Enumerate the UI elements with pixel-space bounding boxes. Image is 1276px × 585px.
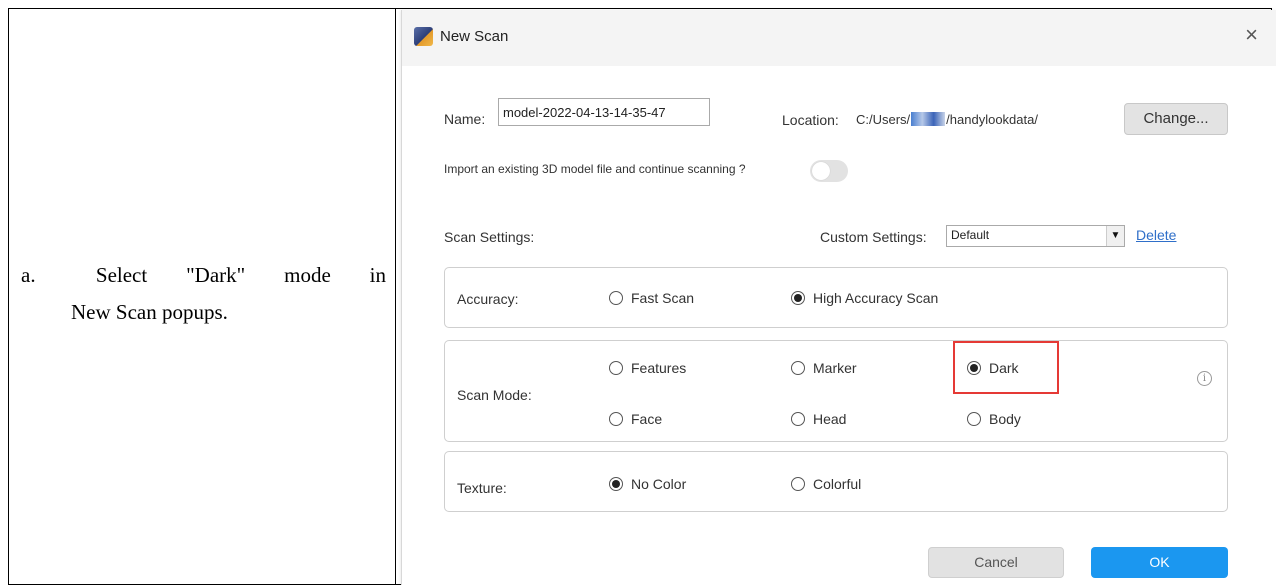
radio-icon [791, 477, 805, 491]
accuracy-label: Accuracy: [457, 291, 519, 307]
radio-face[interactable]: Face [609, 411, 662, 427]
radio-no-color[interactable]: No Color [609, 476, 686, 492]
radio-icon [791, 412, 805, 426]
texture-section: Texture: No Color Colorful [444, 451, 1228, 512]
instruction-word: in [369, 263, 386, 287]
radio-head[interactable]: Head [791, 411, 846, 427]
radio-icon [967, 412, 981, 426]
radio-label: Body [989, 411, 1021, 427]
dark-highlight-box [953, 341, 1059, 394]
custom-settings-select[interactable]: Default ▼ [946, 225, 1125, 247]
import-toggle[interactable] [810, 160, 848, 182]
instruction-line-2: New Scan popups. [71, 300, 228, 324]
scan-mode-section: Scan Mode: Features Marker Dark Face Hea… [444, 340, 1228, 442]
instruction-line-1: a. Select "Dark" mode in [21, 257, 386, 294]
toggle-knob [812, 162, 830, 180]
radio-icon [609, 412, 623, 426]
instruction-word: mode [284, 263, 331, 287]
radio-body[interactable]: Body [967, 411, 1021, 427]
radio-label: High Accuracy Scan [813, 290, 939, 306]
radio-fast-scan[interactable]: Fast Scan [609, 290, 694, 306]
name-input[interactable] [498, 98, 710, 126]
change-location-button[interactable]: Change... [1124, 103, 1228, 135]
custom-settings-value: Default [951, 228, 990, 242]
radio-label: No Color [631, 476, 687, 492]
radio-marker[interactable]: Marker [791, 360, 857, 376]
radio-label: Colorful [813, 476, 862, 492]
location-prefix: C:/Users/ [856, 112, 911, 127]
scan-settings-label: Scan Settings: [444, 229, 535, 245]
delete-link[interactable]: Delete [1136, 227, 1176, 243]
radio-label: Marker [813, 360, 857, 376]
radio-icon [791, 361, 805, 375]
radio-label: Features [631, 360, 687, 376]
radio-label: Head [813, 411, 847, 427]
list-marker: a. [21, 263, 36, 287]
app-icon [414, 27, 433, 46]
radio-icon [609, 291, 623, 305]
accuracy-section: Accuracy: Fast Scan High Accuracy Scan [444, 267, 1228, 328]
close-icon[interactable]: × [1245, 24, 1258, 46]
dialog-titlebar: New Scan × [402, 10, 1276, 66]
radio-selected-icon [791, 291, 805, 305]
texture-label: Texture: [457, 480, 507, 496]
instruction-text: a. Select "Dark" mode in New Scan popups… [21, 257, 386, 331]
radio-selected-icon [609, 477, 623, 491]
cancel-button[interactable]: Cancel [928, 547, 1064, 578]
redacted-username [911, 112, 946, 126]
location-label: Location: [782, 112, 839, 128]
dropdown-arrow-icon[interactable]: ▼ [1106, 226, 1124, 246]
radio-label: Fast Scan [631, 290, 695, 306]
custom-settings-label: Custom Settings: [820, 229, 927, 245]
radio-features[interactable]: Features [609, 360, 686, 376]
table-divider [395, 9, 396, 584]
new-scan-dialog: New Scan × Name: Location: C:/Users/ /han… [401, 10, 1276, 585]
info-icon[interactable]: i [1197, 371, 1212, 386]
location-suffix: /handylookdata/ [946, 112, 1038, 127]
import-label: Import an existing 3D model file and con… [444, 162, 746, 176]
radio-high-accuracy-scan[interactable]: High Accuracy Scan [791, 290, 938, 306]
dialog-title: New Scan [440, 28, 509, 45]
radio-icon [609, 361, 623, 375]
name-label: Name: [444, 111, 486, 127]
instruction-word: "Dark" [186, 263, 246, 287]
ok-button[interactable]: OK [1091, 547, 1228, 578]
location-path: C:/Users/ /handylookdata/ [856, 112, 1038, 127]
radio-colorful[interactable]: Colorful [791, 476, 861, 492]
radio-label: Face [631, 411, 663, 427]
instruction-word: Select [95, 263, 148, 287]
scan-mode-label: Scan Mode: [457, 387, 532, 403]
